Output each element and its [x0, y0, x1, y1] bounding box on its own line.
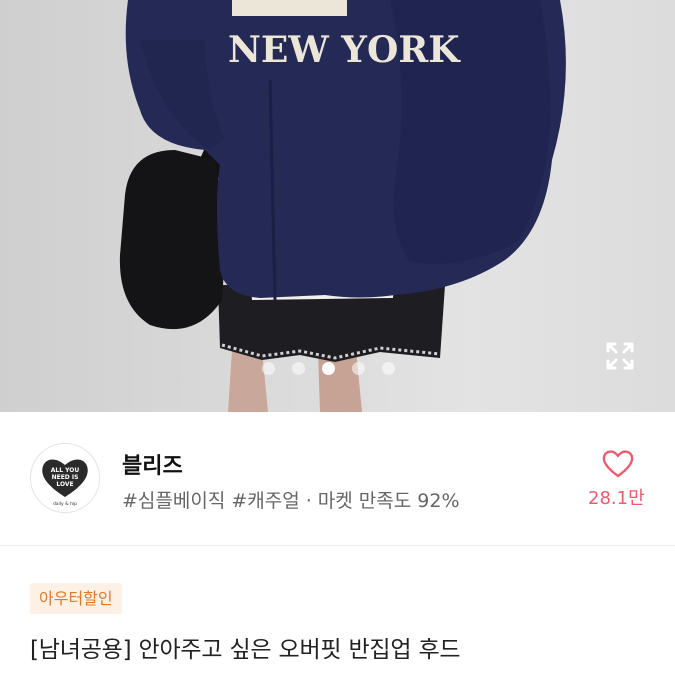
product-image-gallery[interactable]: NEW YORK — [0, 0, 675, 412]
svg-text:LOVE: LOVE — [56, 481, 73, 488]
like-count: 28.1만 — [588, 488, 645, 509]
carousel-dot-active[interactable] — [322, 362, 335, 375]
carousel-dot[interactable] — [382, 362, 395, 375]
carousel-dot[interactable] — [352, 362, 365, 375]
divider — [0, 545, 675, 546]
carousel-dot[interactable] — [292, 362, 305, 375]
heart-icon — [602, 450, 634, 478]
product-title: [남녀공용] 안아주고 싶은 오버핏 반집업 후드 — [30, 637, 461, 663]
shop-tags: #심플베이직 #캐주얼 · 마켓 만족도 92% — [122, 486, 460, 513]
shop-name[interactable]: 블리즈 — [122, 448, 183, 480]
sweater-print-text: NEW YORK — [228, 29, 461, 71]
carousel-indicator — [262, 362, 395, 375]
svg-text:ALL YOU: ALL YOU — [51, 467, 80, 474]
discount-badge: 아우터할인 — [30, 583, 122, 614]
svg-text:daily & hip: daily & hip — [53, 501, 77, 507]
shop-tag[interactable]: #캐주얼 — [231, 486, 299, 513]
shop-logo[interactable]: ALL YOU NEED IS LOVE daily & hip — [30, 443, 100, 513]
expand-icon — [606, 342, 634, 370]
shop-tag[interactable]: #심플베이직 — [122, 486, 225, 513]
carousel-dot[interactable] — [262, 362, 275, 375]
like-button[interactable] — [598, 449, 638, 481]
shop-satisfaction: · 마켓 만족도 92% — [305, 490, 460, 512]
heart-logo-icon: ALL YOU NEED IS LOVE daily & hip — [42, 459, 88, 507]
product-photo: NEW YORK — [119, 0, 566, 412]
svg-text:NEED IS: NEED IS — [52, 474, 79, 481]
fullscreen-button[interactable] — [604, 340, 646, 382]
